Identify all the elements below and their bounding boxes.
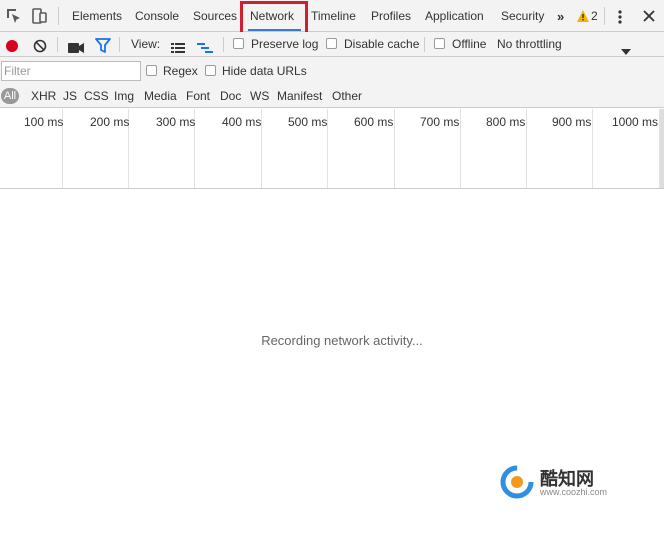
timeline-tick-label: 200 ms	[90, 115, 130, 129]
more-options-icon[interactable]	[614, 9, 626, 25]
timeline-scrollbar[interactable]	[660, 109, 664, 188]
timeline-tick-label: 400 ms	[222, 115, 262, 129]
type-filter-font[interactable]: Font	[186, 85, 210, 107]
type-filter-media[interactable]: Media	[144, 85, 177, 107]
filter-input[interactable]	[1, 61, 141, 81]
network-toolbar: View: Preserve log Disable cache Offline…	[0, 32, 664, 57]
disable-cache-checkbox[interactable]	[326, 38, 337, 49]
screenshot-camera-icon[interactable]	[68, 38, 84, 53]
site-watermark: 酷知网 www.coozhi.com	[500, 465, 640, 505]
type-filter-all[interactable]: All	[1, 88, 19, 104]
record-button[interactable]	[5, 37, 19, 52]
filter-funnel-icon[interactable]	[95, 37, 111, 53]
timeline-overview[interactable]: 100 ms 200 ms 300 ms 400 ms 500 ms 600 m…	[0, 109, 664, 189]
filter-bar: Regex Hide data URLs	[0, 57, 664, 85]
tab-elements[interactable]: Elements	[72, 0, 122, 31]
clear-icon[interactable]	[33, 37, 47, 53]
tab-security[interactable]: Security	[501, 0, 544, 31]
timeline-tick-label: 100 ms	[24, 115, 64, 129]
timeline-tick-label: 1000 ms	[612, 115, 659, 129]
watermark-url: www.coozhi.com	[540, 487, 608, 497]
throttling-select[interactable]: No throttling	[497, 32, 562, 56]
toolbar-divider	[58, 7, 59, 25]
devtools-tab-bar: Elements Console Sources Network Timelin…	[0, 0, 664, 41]
toolbar-divider	[424, 37, 425, 52]
more-tabs-button[interactable]: »	[557, 0, 564, 33]
large-rows-icon[interactable]	[171, 38, 185, 53]
regex-label: Regex	[163, 64, 198, 78]
type-filter-js[interactable]: JS	[63, 85, 77, 107]
disable-cache-label: Disable cache	[344, 37, 420, 51]
chevron-down-icon[interactable]	[621, 40, 631, 55]
type-filter-doc[interactable]: Doc	[220, 85, 241, 107]
tab-application[interactable]: Application	[425, 0, 484, 31]
timeline-tick-label: 900 ms	[552, 115, 592, 129]
type-filter-ws[interactable]: WS	[250, 85, 269, 107]
view-label: View:	[131, 37, 161, 51]
type-filter-other[interactable]: Other	[332, 85, 362, 107]
timeline-tick-label: 500 ms	[288, 115, 328, 129]
timeline-tick-label: 700 ms	[420, 115, 460, 129]
hide-data-urls-label: Hide data URLs	[222, 64, 307, 78]
preserve-log-label: Preserve log	[251, 37, 319, 51]
regex-checkbox[interactable]	[146, 65, 157, 76]
toolbar-divider	[223, 37, 224, 52]
toolbar-divider	[604, 7, 605, 25]
timeline-tick-label: 800 ms	[486, 115, 526, 129]
toolbar-divider	[57, 37, 58, 52]
type-filter-xhr[interactable]: XHR	[31, 85, 56, 107]
hide-data-urls-checkbox[interactable]	[205, 65, 216, 76]
tab-timeline[interactable]: Timeline	[311, 0, 356, 31]
warning-count[interactable]: 2	[591, 0, 598, 33]
inspect-element-icon[interactable]	[5, 7, 23, 25]
recording-status-text: Recording network activity...	[261, 333, 423, 348]
timeline-tick-label: 600 ms	[354, 115, 394, 129]
offline-checkbox[interactable]	[434, 38, 445, 49]
offline-label: Offline	[452, 37, 487, 51]
device-toolbar-icon[interactable]	[30, 7, 48, 25]
tab-console[interactable]: Console	[135, 0, 179, 31]
type-filter-img[interactable]: Img	[114, 85, 134, 107]
resource-type-filter: All XHR JS CSS Img Media Font Doc WS Man…	[0, 85, 664, 108]
type-filter-manifest[interactable]: Manifest	[277, 85, 322, 107]
type-filter-css[interactable]: CSS	[84, 85, 109, 107]
waterfall-overview-icon[interactable]	[197, 38, 213, 53]
close-icon[interactable]	[641, 8, 657, 24]
watermark-logo-icon	[500, 465, 534, 499]
timeline-tick-label: 300 ms	[156, 115, 196, 129]
preserve-log-checkbox[interactable]	[233, 38, 244, 49]
toolbar-divider	[119, 37, 120, 52]
tab-sources[interactable]: Sources	[193, 0, 237, 31]
tab-profiles[interactable]: Profiles	[371, 0, 411, 31]
